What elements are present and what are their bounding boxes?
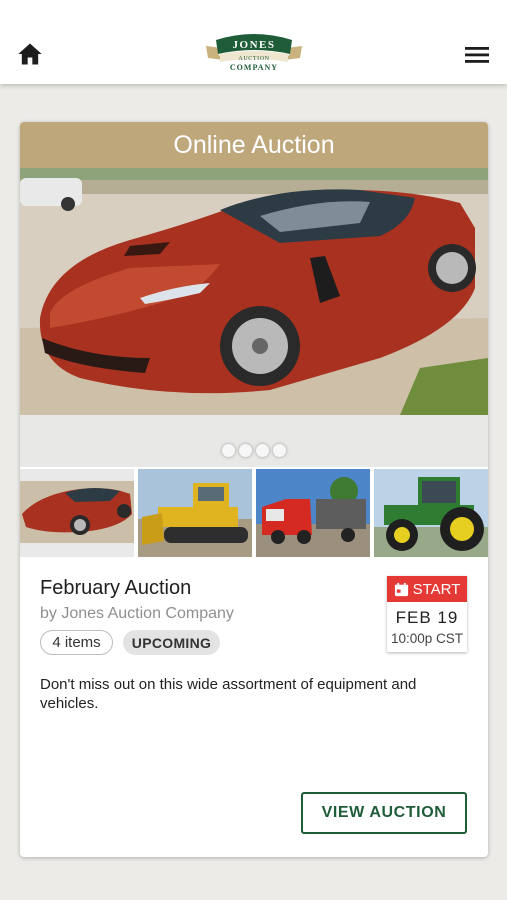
start-day: FEB 19 xyxy=(395,608,459,627)
start-time: 10:00p CST xyxy=(390,631,464,646)
logo-jones-text: JONES xyxy=(233,39,276,51)
thumbnail-strip xyxy=(20,469,488,557)
carousel-dot-2[interactable] xyxy=(239,444,252,457)
auction-card: Online Auction February Auction by Jones… xyxy=(20,122,488,857)
calendar-icon xyxy=(394,582,408,596)
carousel-dots xyxy=(20,444,488,457)
home-icon[interactable] xyxy=(16,40,44,68)
thumbnail-red-sports-car[interactable] xyxy=(20,469,134,557)
carousel-dot-3[interactable] xyxy=(256,444,269,457)
thumbnail-yellow-bulldozer[interactable] xyxy=(138,469,252,557)
jones-auction-company-logo[interactable]: JONES AUCTION COMPANY xyxy=(202,26,306,76)
hamburger-menu-icon[interactable] xyxy=(463,42,491,68)
logo-auction-text: AUCTION xyxy=(238,56,269,62)
items-count-badge: 4 items xyxy=(40,630,113,655)
start-date-box: START FEB 19 10:00p CST xyxy=(387,576,467,652)
carousel-indicator-strip xyxy=(20,415,488,467)
auction-details: February Auction by Jones Auction Compan… xyxy=(20,557,488,857)
thumbnail-green-tractor[interactable] xyxy=(374,469,488,557)
auction-title[interactable]: February Auction xyxy=(40,577,191,600)
auction-byline: by Jones Auction Company xyxy=(40,605,234,622)
carousel-dot-4[interactable] xyxy=(273,444,286,457)
view-auction-button[interactable]: VIEW AUCTION xyxy=(301,792,467,834)
carousel-dot-1[interactable] xyxy=(222,444,235,457)
auction-description: Don't miss out on this wide assortment o… xyxy=(40,676,417,712)
hero-photo-red-sports-car[interactable] xyxy=(20,168,488,415)
top-navigation-bar: JONES AUCTION COMPANY xyxy=(0,0,507,84)
status-badge: UPCOMING xyxy=(123,630,220,655)
start-label: START xyxy=(412,580,461,598)
logo-company-text: COMPANY xyxy=(230,63,278,72)
thumbnail-red-semi-truck[interactable] xyxy=(256,469,370,557)
start-date-header: START xyxy=(387,576,467,602)
card-header-label: Online Auction xyxy=(20,122,488,168)
photo-carousel[interactable] xyxy=(20,168,488,467)
